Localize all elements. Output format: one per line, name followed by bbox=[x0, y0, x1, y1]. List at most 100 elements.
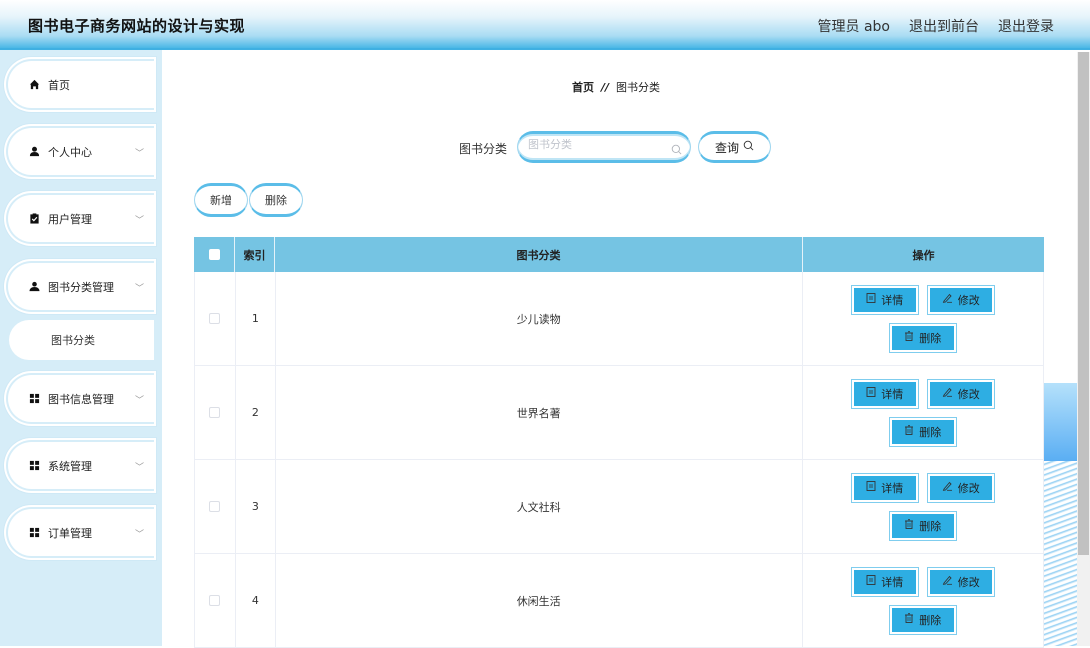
top-header: 图书电子商务网站的设计与实现 管理员 abo 退出到前台 退出登录 bbox=[0, 0, 1090, 50]
search-field-wrapper bbox=[517, 131, 691, 163]
delete-button[interactable]: 删除 bbox=[889, 605, 956, 634]
delete-button-label: 删除 bbox=[919, 425, 942, 439]
decorative-wave-image bbox=[1044, 383, 1077, 646]
document-icon bbox=[866, 293, 876, 306]
delete-button[interactable]: 删除 bbox=[889, 323, 956, 352]
logout-link[interactable]: 退出登录 bbox=[998, 16, 1054, 36]
edit-button-label: 修改 bbox=[957, 387, 980, 401]
column-header-actions: 操作 bbox=[912, 248, 935, 262]
user-icon bbox=[28, 146, 40, 158]
sidebar-item-label: 订单管理 bbox=[48, 526, 92, 540]
sidebar-item-order-management[interactable]: 订单管理 ﹀ bbox=[6, 507, 154, 558]
row-index: 4 bbox=[236, 554, 276, 647]
table-row: 2 世界名著 详情 修改 删除 bbox=[194, 366, 1044, 460]
detail-button[interactable]: 详情 bbox=[851, 567, 918, 596]
delete-button[interactable]: 删除 bbox=[889, 417, 956, 446]
batch-delete-button[interactable]: 删除 bbox=[249, 183, 303, 217]
delete-button-label: 删除 bbox=[919, 613, 942, 627]
breadcrumb-home[interactable]: 首页 bbox=[572, 81, 594, 94]
chevron-down-icon: ﹀ bbox=[134, 216, 144, 226]
detail-button-label: 详情 bbox=[881, 293, 904, 307]
sidebar-item-user-management[interactable]: 用户管理 ﹀ bbox=[6, 193, 154, 244]
delete-button-label: 删除 bbox=[919, 331, 942, 345]
table-row: 1 少儿读物 详情 修改 删除 bbox=[194, 272, 1044, 366]
row-category: 人文社科 bbox=[276, 460, 803, 553]
chevron-down-icon: ﹀ bbox=[134, 284, 144, 294]
row-category: 少儿读物 bbox=[276, 272, 803, 365]
breadcrumb-separator: // bbox=[601, 81, 610, 94]
row-category: 休闲生活 bbox=[276, 554, 803, 647]
edit-button[interactable]: 修改 bbox=[927, 567, 994, 596]
table-row: 3 人文社科 详情 修改 删除 bbox=[194, 460, 1044, 554]
search-icon bbox=[743, 140, 754, 154]
sidebar-subitem-book-category[interactable]: 图书分类 bbox=[9, 320, 154, 360]
breadcrumb-current: 图书分类 bbox=[616, 81, 661, 94]
header-nav: 管理员 abo 退出到前台 退出登录 bbox=[818, 16, 1054, 36]
column-header-index: 索引 bbox=[235, 237, 275, 272]
pencil-icon bbox=[942, 293, 953, 306]
home-icon bbox=[28, 79, 40, 91]
sidebar-item-label: 个人中心 bbox=[48, 145, 92, 159]
row-index: 2 bbox=[236, 366, 276, 459]
sidebar-item-personal-center[interactable]: 个人中心 ﹀ bbox=[6, 126, 154, 177]
query-button[interactable]: 查询 bbox=[698, 131, 771, 163]
row-checkbox[interactable] bbox=[209, 313, 221, 324]
sidebar-item-system-management[interactable]: 系统管理 ﹀ bbox=[6, 440, 154, 491]
trash-icon bbox=[904, 425, 914, 438]
detail-button-label: 详情 bbox=[881, 387, 904, 401]
grid-icon bbox=[28, 393, 40, 405]
row-checkbox[interactable] bbox=[209, 501, 221, 512]
edit-button[interactable]: 修改 bbox=[927, 285, 994, 314]
row-actions: 详情 修改 删除 bbox=[803, 272, 1043, 365]
row-actions: 详情 修改 删除 bbox=[803, 460, 1043, 553]
chevron-down-icon: ﹀ bbox=[134, 530, 144, 540]
detail-button[interactable]: 详情 bbox=[851, 473, 918, 502]
category-search-input[interactable] bbox=[528, 139, 668, 151]
trash-icon bbox=[904, 331, 914, 344]
sidebar-item-label: 图书分类管理 bbox=[48, 280, 114, 294]
sidebar-item-book-category-management[interactable]: 图书分类管理 ﹀ bbox=[6, 261, 154, 312]
sidebar-item-label: 用户管理 bbox=[48, 212, 92, 226]
users-icon bbox=[28, 281, 40, 293]
edit-button[interactable]: 修改 bbox=[927, 379, 994, 408]
vertical-scrollbar[interactable] bbox=[1077, 52, 1090, 646]
back-to-frontend-link[interactable]: 退出到前台 bbox=[909, 16, 979, 36]
row-checkbox[interactable] bbox=[209, 407, 221, 418]
row-select-cell bbox=[195, 272, 236, 365]
table-header: 索引 图书分类 操作 bbox=[194, 237, 1044, 272]
edit-button-label: 修改 bbox=[957, 575, 980, 589]
pencil-icon bbox=[942, 575, 953, 588]
document-icon bbox=[866, 387, 876, 400]
sidebar-subitem-label: 图书分类 bbox=[51, 334, 95, 347]
search-icon bbox=[671, 140, 682, 159]
row-actions: 详情 修改 删除 bbox=[803, 554, 1043, 647]
add-button[interactable]: 新增 bbox=[194, 183, 248, 217]
detail-button-label: 详情 bbox=[881, 575, 904, 589]
sidebar-item-label: 首页 bbox=[48, 78, 70, 92]
grid-icon bbox=[28, 527, 40, 539]
detail-button[interactable]: 详情 bbox=[851, 285, 918, 314]
search-label: 图书分类 bbox=[459, 142, 508, 156]
grid-icon bbox=[28, 460, 40, 472]
scrollbar-thumb[interactable] bbox=[1078, 52, 1089, 555]
row-category: 世界名著 bbox=[276, 366, 803, 459]
select-all-checkbox[interactable] bbox=[208, 249, 220, 260]
row-checkbox[interactable] bbox=[209, 595, 221, 606]
pencil-icon bbox=[942, 387, 953, 400]
edit-button[interactable]: 修改 bbox=[927, 473, 994, 502]
row-select-cell bbox=[195, 366, 236, 459]
column-header-category: 图书分类 bbox=[275, 237, 803, 272]
detail-button[interactable]: 详情 bbox=[851, 379, 918, 408]
row-select-cell bbox=[195, 460, 236, 553]
sidebar-item-book-info-management[interactable]: 图书信息管理 ﹀ bbox=[6, 373, 154, 424]
trash-icon bbox=[904, 519, 914, 532]
delete-button[interactable]: 删除 bbox=[889, 511, 956, 540]
sidebar-item-home[interactable]: 首页 bbox=[6, 59, 154, 110]
row-index: 3 bbox=[236, 460, 276, 553]
sidebar-item-label: 图书信息管理 bbox=[48, 392, 114, 406]
admin-user-label[interactable]: 管理员 abo bbox=[818, 16, 890, 36]
sidebar: 首页 个人中心 ﹀ 用户管理 ﹀ 图书分类管理 ﹀ 图书分类 图书信息管理 ﹀ bbox=[0, 50, 162, 646]
edit-button-label: 修改 bbox=[957, 481, 980, 495]
row-select-cell bbox=[195, 554, 236, 647]
delete-button-label: 删除 bbox=[919, 519, 942, 533]
